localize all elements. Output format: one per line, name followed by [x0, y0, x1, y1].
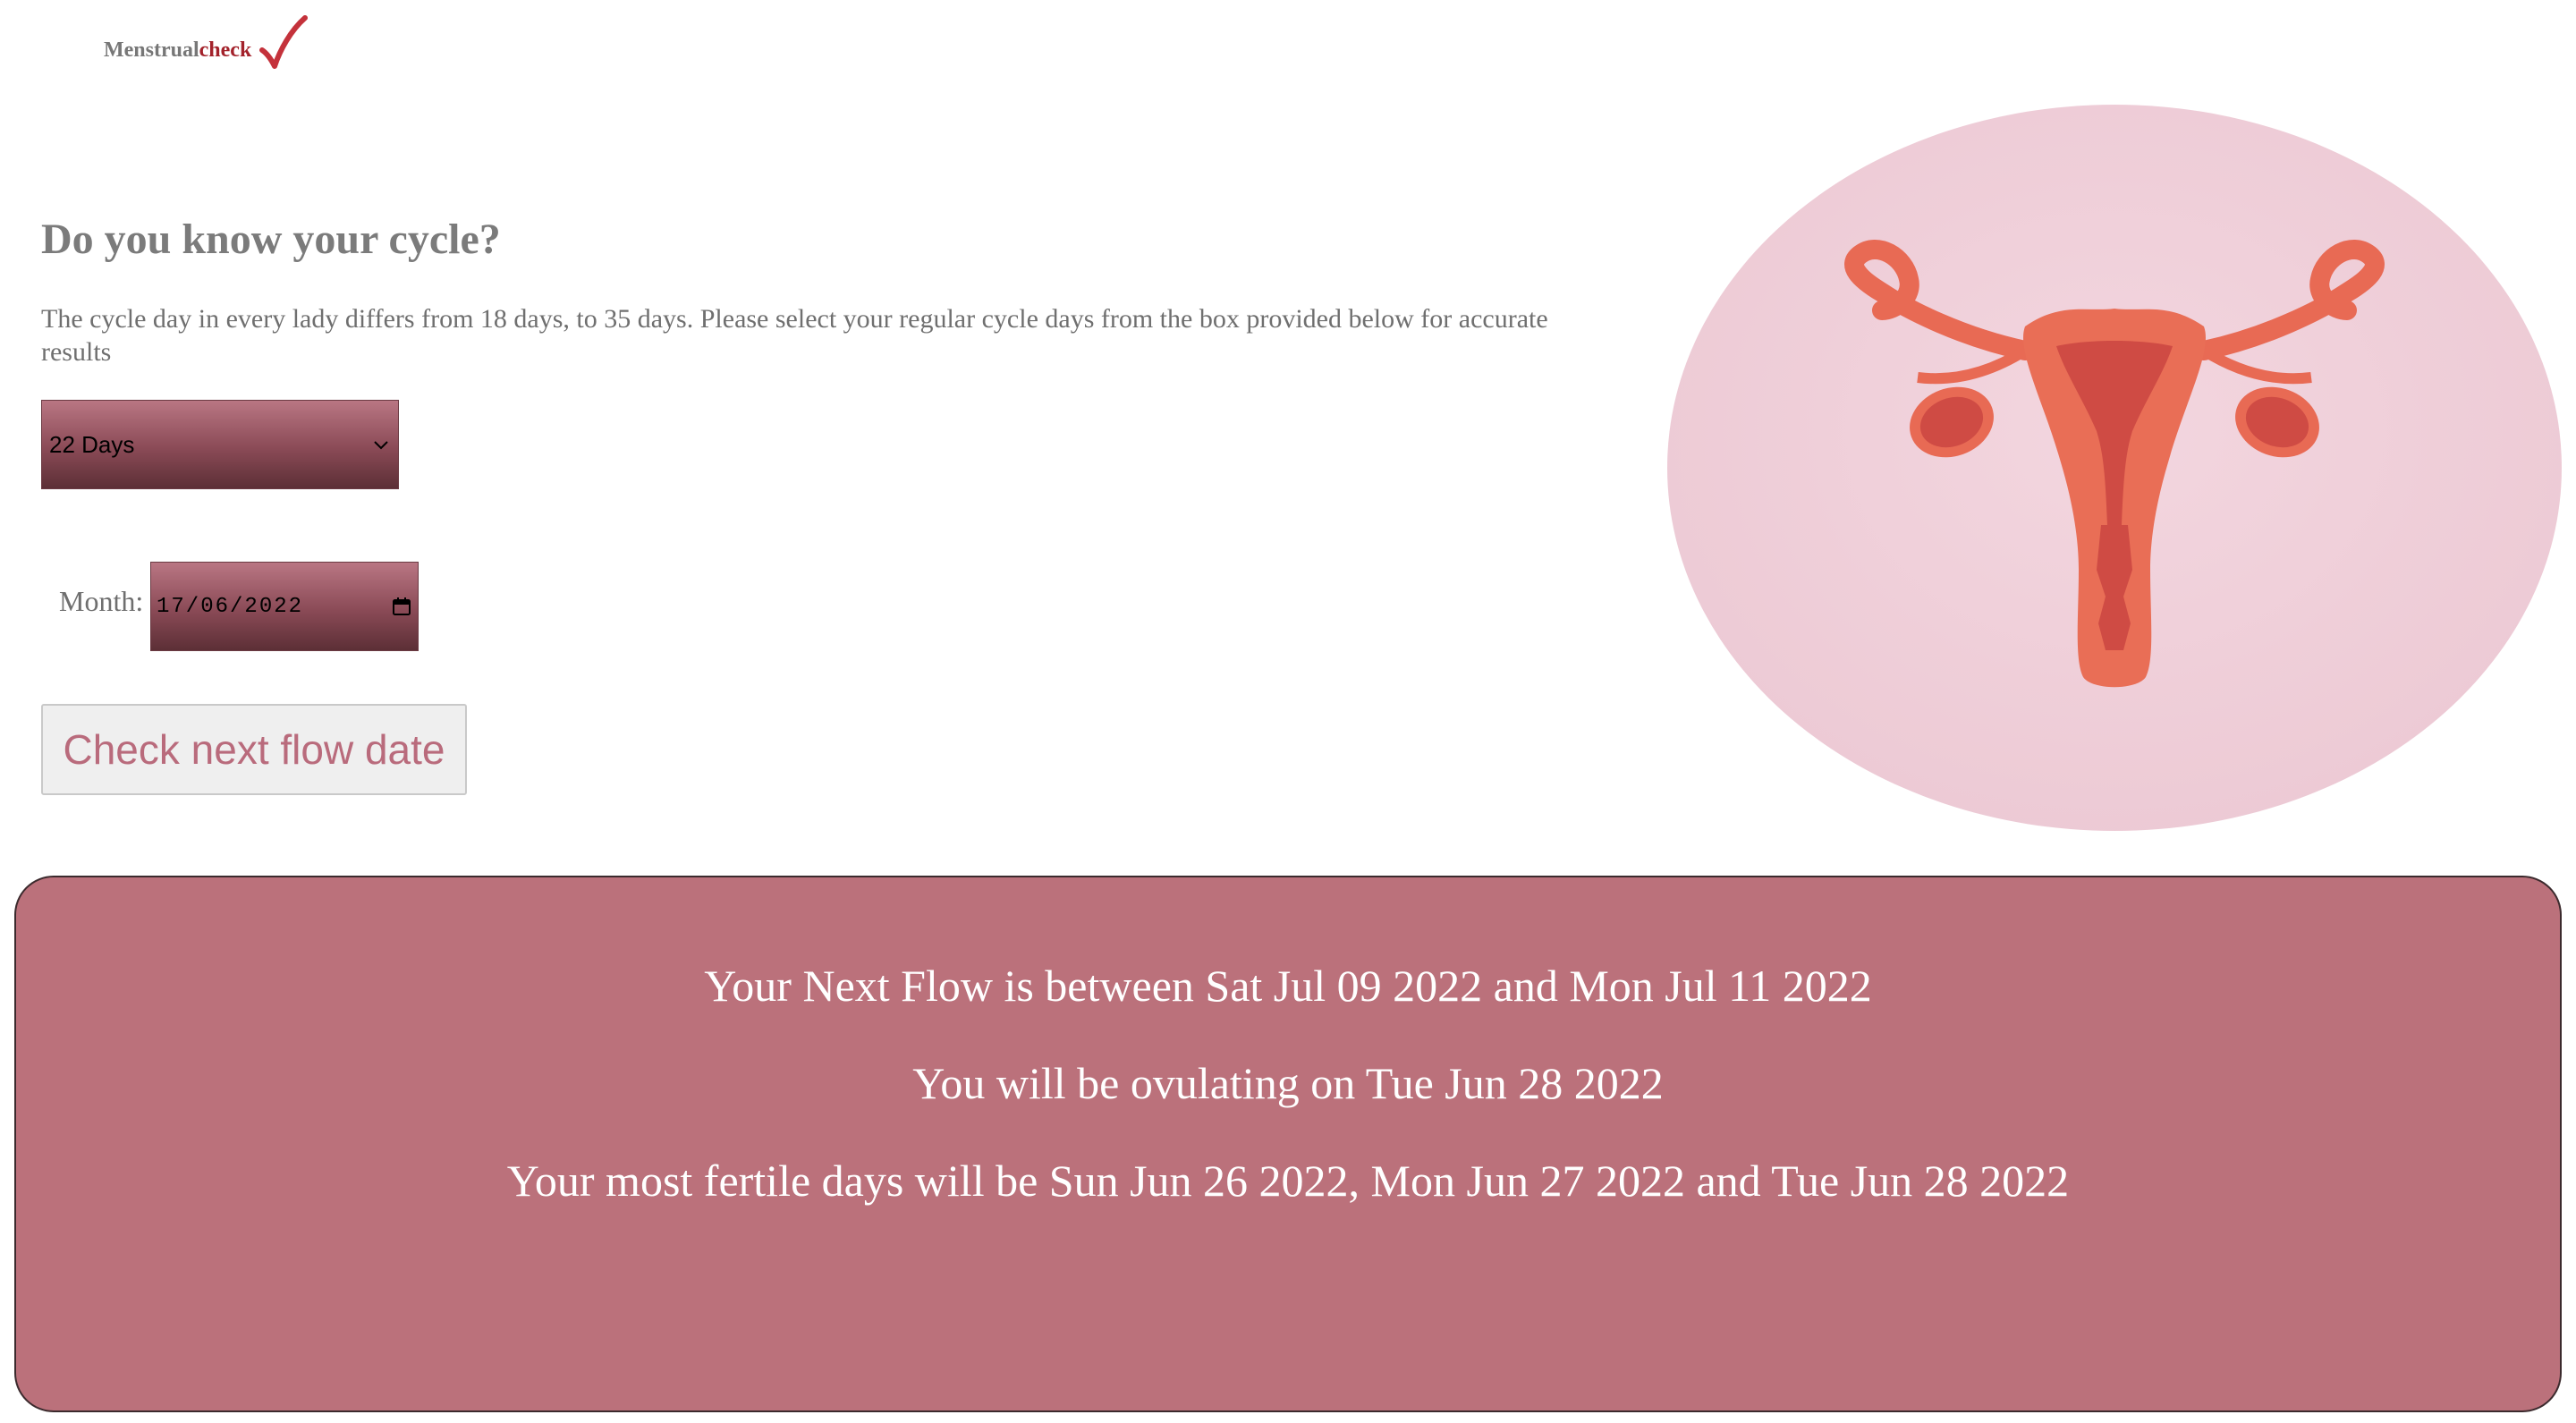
month-label: Month: — [59, 585, 144, 617]
date-value: 17/06/2022 — [157, 594, 304, 619]
logo-text: Menstrualcheck — [104, 38, 251, 63]
intro-text: The cycle day in every lady differs from… — [41, 304, 1548, 367]
uterus-illustration — [1667, 105, 2562, 831]
logo-text-main: Menstrual — [104, 38, 199, 62]
logo-text-accent: check — [199, 38, 252, 62]
cycle-days-select[interactable]: 22 Days — [41, 400, 399, 489]
checkmark-icon — [258, 14, 309, 72]
check-next-flow-button[interactable]: Check next flow date — [41, 704, 467, 795]
date-input[interactable]: 17/06/2022 — [150, 562, 419, 651]
fertile-days-result: Your most fertile days will be Sun Jun 2… — [506, 1156, 2070, 1206]
page: Menstrualcheck Do you know your cycle? T… — [0, 0, 2576, 1423]
page-title: Do you know your cycle? — [41, 216, 501, 263]
next-flow-result: Your Next Flow is between Sat Jul 09 202… — [704, 961, 1872, 1011]
ovulation-result: You will be ovulating on Tue Jun 28 2022 — [912, 1058, 1664, 1108]
calendar-icon[interactable] — [391, 596, 412, 617]
cycle-days-value: 22 Days — [49, 430, 135, 458]
logo[interactable]: Menstrualcheck — [104, 0, 309, 72]
results-panel: Your Next Flow is between Sat Jul 09 202… — [14, 876, 2562, 1412]
chevron-down-icon — [371, 435, 391, 454]
